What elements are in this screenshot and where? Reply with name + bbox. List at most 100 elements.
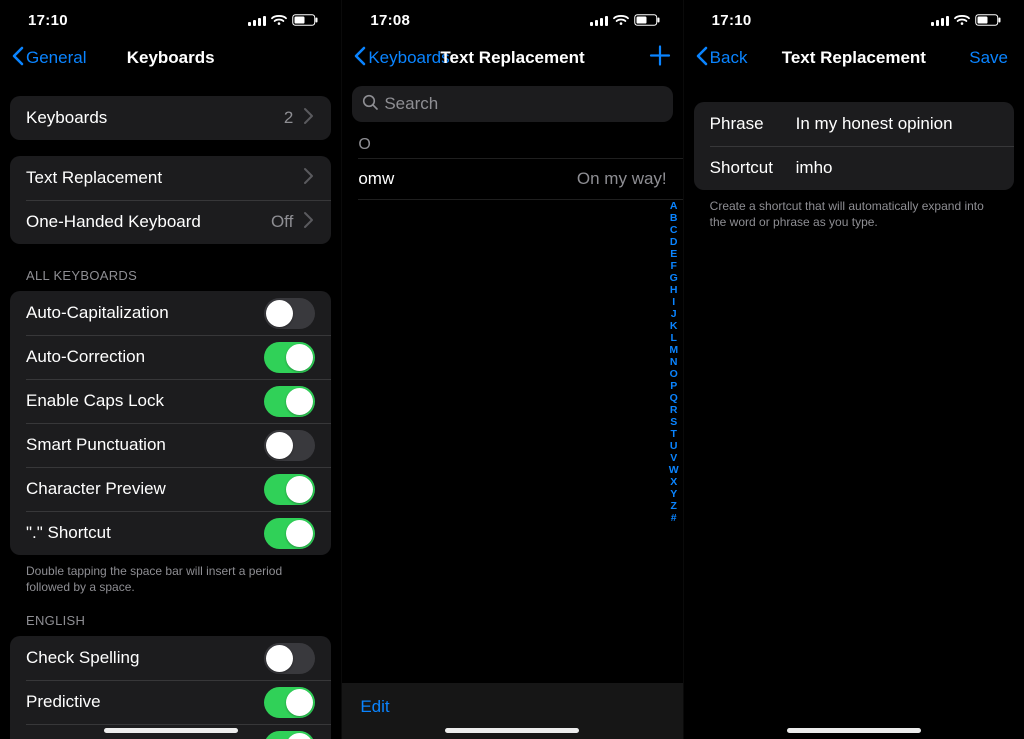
edit-button[interactable]: Edit — [360, 697, 389, 717]
screen-text-replacement-list: 17:08 Keyboards Text Replacement O omw O… — [341, 0, 682, 739]
section-header-all-keyboards: ALL KEYBOARDS — [0, 268, 341, 283]
home-indicator[interactable] — [104, 728, 238, 733]
wifi-icon — [954, 14, 970, 26]
index-letter[interactable]: I — [672, 296, 675, 308]
back-label: Keyboards — [368, 48, 449, 68]
index-letter[interactable]: M — [669, 344, 678, 356]
chevron-back-icon — [10, 46, 26, 71]
index-letter[interactable]: # — [671, 512, 677, 524]
alphabet-index[interactable]: ABCDEFGHIJKLMNOPQRSTUVWXYZ# — [669, 200, 679, 524]
wifi-icon — [271, 14, 287, 26]
section-footer-all-keyboards: Double tapping the space bar will insert… — [0, 555, 341, 595]
toggle-switch[interactable] — [264, 731, 315, 739]
nav-bar: General Keyboards — [0, 36, 341, 80]
status-bar: 17:10 — [0, 0, 341, 36]
index-letter[interactable]: U — [670, 440, 678, 452]
nav-bar: Keyboards Text Replacement — [342, 36, 682, 80]
index-letter[interactable]: F — [670, 260, 676, 272]
row-shortcut[interactable]: Shortcut imho — [694, 146, 1014, 190]
toggle-switch[interactable] — [264, 474, 315, 505]
battery-icon — [975, 14, 1002, 26]
index-letter[interactable]: S — [670, 416, 677, 428]
status-bar: 17:08 — [342, 0, 682, 36]
toggle-row: Enable Caps Lock — [10, 379, 331, 423]
replacement-row[interactable]: omw On my way! — [342, 159, 682, 199]
toggle-switch[interactable] — [264, 430, 315, 461]
home-indicator[interactable] — [787, 728, 921, 733]
signal-icon — [590, 15, 608, 26]
one-handed-value: Off — [271, 212, 293, 232]
back-label: General — [26, 48, 86, 68]
index-letter[interactable]: H — [670, 284, 678, 296]
row-text-replacement[interactable]: Text Replacement — [10, 156, 331, 200]
index-letter[interactable]: Z — [670, 500, 676, 512]
row-label: Text Replacement — [26, 168, 162, 188]
back-button[interactable]: Back — [694, 46, 748, 71]
index-letter[interactable]: W — [669, 464, 679, 476]
index-letter[interactable]: A — [670, 200, 678, 212]
toggle-row: "." Shortcut — [10, 511, 331, 555]
index-letter[interactable]: E — [670, 248, 677, 260]
search-input[interactable] — [384, 94, 662, 114]
index-letter[interactable]: L — [670, 332, 676, 344]
search-bar[interactable] — [352, 86, 672, 122]
toggle-label: Smart Punctuation — [26, 435, 166, 455]
screen-keyboards: 17:10 General Keyboards Keyboards 2 T — [0, 0, 341, 739]
battery-icon — [292, 14, 319, 26]
row-label: Keyboards — [26, 108, 107, 128]
toggle-row: Auto-Correction — [10, 335, 331, 379]
status-time: 17:10 — [712, 12, 752, 29]
toggle-switch[interactable] — [264, 643, 315, 674]
phrase-value[interactable]: In my honest opinion — [796, 114, 998, 134]
index-letter[interactable]: K — [670, 320, 678, 332]
index-letter[interactable]: C — [670, 224, 678, 236]
row-keyboards[interactable]: Keyboards 2 — [10, 96, 331, 140]
index-letter[interactable]: O — [670, 368, 678, 380]
toggle-label: Auto-Capitalization — [26, 303, 169, 323]
plus-icon — [649, 54, 671, 71]
index-letter[interactable]: P — [670, 380, 677, 392]
chevron-back-icon — [694, 46, 710, 71]
index-letter[interactable]: J — [671, 308, 677, 320]
add-button[interactable] — [649, 45, 671, 72]
toggle-switch[interactable] — [264, 298, 315, 329]
back-button[interactable]: General — [10, 46, 86, 71]
home-indicator[interactable] — [445, 728, 579, 733]
toggle-row: Auto-Capitalization — [10, 291, 331, 335]
toggle-label: Predictive — [26, 692, 101, 712]
row-one-handed[interactable]: One-Handed Keyboard Off — [10, 200, 331, 244]
index-letter[interactable]: Q — [670, 392, 678, 404]
battery-icon — [634, 14, 661, 26]
index-letter[interactable]: X — [670, 476, 677, 488]
index-letter[interactable]: T — [670, 428, 676, 440]
expansion-text: On my way! — [577, 169, 667, 189]
chevron-back-icon — [352, 46, 368, 71]
toggle-label: Enable Caps Lock — [26, 391, 164, 411]
nav-bar: Back Text Replacement Save — [684, 36, 1024, 80]
toggle-label: Check Spelling — [26, 648, 139, 668]
index-letter[interactable]: G — [670, 272, 678, 284]
index-letter[interactable]: Y — [670, 488, 677, 500]
section-header-english: ENGLISH — [0, 613, 341, 628]
screen-text-replacement-edit: 17:10 Back Text Replacement Save Phrase … — [683, 0, 1024, 739]
row-phrase[interactable]: Phrase In my honest opinion — [694, 102, 1014, 146]
shortcut-text: omw — [358, 169, 394, 189]
footer-hint: Create a shortcut that will automaticall… — [684, 190, 1024, 230]
index-letter[interactable]: V — [670, 452, 677, 464]
toggle-switch[interactable] — [264, 386, 315, 417]
index-letter[interactable]: B — [670, 212, 678, 224]
toggle-switch[interactable] — [264, 518, 315, 549]
chevron-right-icon — [301, 211, 315, 234]
toggle-switch[interactable] — [264, 342, 315, 373]
index-letter[interactable]: D — [670, 236, 678, 248]
toggle-label: Character Preview — [26, 479, 166, 499]
toggle-row: Character Preview — [10, 467, 331, 511]
index-letter[interactable]: N — [670, 356, 678, 368]
toggle-switch[interactable] — [264, 687, 315, 718]
wifi-icon — [613, 14, 629, 26]
status-time: 17:10 — [28, 12, 68, 29]
save-button[interactable]: Save — [969, 48, 1008, 68]
back-button[interactable]: Keyboards — [352, 46, 449, 71]
index-letter[interactable]: R — [670, 404, 678, 416]
shortcut-value[interactable]: imho — [796, 158, 998, 178]
